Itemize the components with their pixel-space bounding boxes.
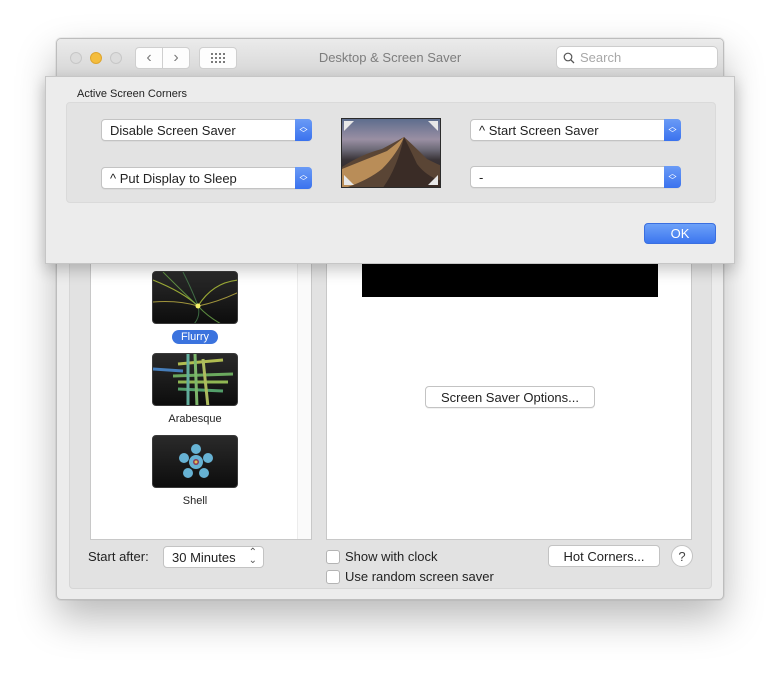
bottom-left-corner-select[interactable]: ^ Put Display to Sleep ︿ ﹀ (101, 167, 312, 189)
bottom-left-corner-value: ^ Put Display to Sleep (110, 170, 237, 186)
shell-thumbnail (152, 435, 238, 488)
up-down-arrows-icon: ︿ ﹀ (664, 119, 681, 141)
corner-bottom-left-icon (344, 175, 354, 185)
ok-button[interactable]: OK (644, 223, 716, 244)
list-item-flurry[interactable]: Flurry (91, 271, 299, 345)
help-button[interactable]: ? (671, 545, 693, 567)
top-left-corner-select[interactable]: Disable Screen Saver ︿ ﹀ (101, 119, 312, 141)
show-with-clock-row[interactable]: Show with clock (326, 549, 437, 564)
search-icon (563, 52, 575, 63)
list-item-arabesque[interactable]: Arabesque (91, 353, 299, 427)
search-input[interactable]: Search (556, 46, 718, 69)
start-after-select[interactable]: 30 Minutes ⌃ ⌄ (163, 546, 264, 568)
bottom-right-corner-value: - (479, 169, 484, 185)
saver-label: Arabesque (168, 413, 222, 425)
corner-top-left-icon (344, 121, 354, 131)
sheet-title: Active Screen Corners (77, 88, 188, 100)
screen-saver-options-button[interactable]: Screen Saver Options... (425, 386, 595, 408)
up-down-arrows-icon: ︿ ﹀ (664, 166, 681, 188)
top-right-corner-value: ^ Start Screen Saver (479, 122, 599, 138)
up-down-arrows-icon: ︿ ﹀ (295, 167, 312, 189)
corners-group: Disable Screen Saver ︿ ﹀ ^ Put Display to… (66, 102, 716, 203)
desktop-preview-image (341, 118, 441, 188)
start-after-label: Start after: (88, 549, 149, 564)
show-with-clock-label: Show with clock (345, 549, 438, 564)
title-bar: ‹ › Desktop & Screen Saver Search (57, 39, 723, 77)
random-saver-checkbox[interactable] (326, 569, 340, 584)
corner-bottom-right-icon (428, 175, 438, 185)
active-screen-corners-sheet: Active Screen Corners Disable Screen Sav… (45, 76, 735, 264)
up-down-arrows-icon: ⌃ ⌄ (248, 547, 257, 566)
start-after-value: 30 Minutes (172, 549, 236, 565)
saver-label: Flurry (171, 330, 219, 344)
list-item-shell[interactable]: Shell (91, 435, 299, 509)
random-saver-row[interactable]: Use random screen saver (326, 569, 494, 584)
hot-corners-button[interactable]: Hot Corners... (548, 545, 660, 567)
screen-saver-panel: Snapshots Flurry (69, 209, 712, 589)
arabesque-thumbnail (152, 353, 238, 406)
saver-label: Shell (182, 495, 208, 507)
search-placeholder: Search (580, 50, 622, 65)
show-with-clock-checkbox[interactable] (326, 549, 340, 564)
random-saver-label: Use random screen saver (345, 569, 494, 584)
up-down-arrows-icon: ︿ ﹀ (295, 119, 312, 141)
corner-top-right-icon (428, 121, 438, 131)
flurry-thumbnail (152, 271, 238, 324)
bottom-right-corner-select[interactable]: - ︿ ﹀ (470, 166, 681, 188)
top-left-corner-value: Disable Screen Saver (110, 122, 236, 138)
top-right-corner-select[interactable]: ^ Start Screen Saver ︿ ﹀ (470, 119, 681, 141)
